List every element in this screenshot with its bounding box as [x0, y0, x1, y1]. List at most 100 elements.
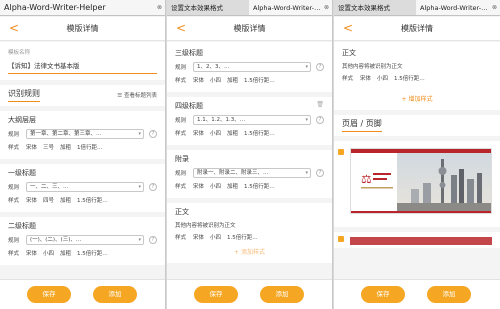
- footer-bar: 保存 添加: [167, 279, 332, 309]
- header-footer-title-row: 页眉 / 页脚: [342, 118, 492, 132]
- tab-text-effects[interactable]: 设置文本效果格式: [334, 0, 416, 15]
- style-size: 小四: [210, 235, 222, 241]
- chevron-down-icon: ▾: [305, 170, 308, 176]
- add-style-link[interactable]: + 添加样式: [175, 245, 324, 259]
- help-icon[interactable]: ?: [316, 169, 324, 177]
- rule-select[interactable]: 附录一、附录二、附录三、… ▾: [193, 168, 311, 178]
- style-label: 样式: [342, 76, 354, 82]
- style-spacing: 1倍行距…: [77, 145, 103, 151]
- add-button[interactable]: 添加: [260, 286, 304, 303]
- rule-card: 一级标题 规则 一、二、三、… ▾ ? 样式 宋体 四号 加粗 1.5倍行距…: [0, 164, 165, 212]
- style-spacing: 1.5倍行距…: [227, 235, 258, 241]
- trash-icon[interactable]: 🗑: [316, 101, 324, 108]
- close-icon[interactable]: ⊗: [324, 0, 329, 15]
- add-button[interactable]: 添加: [93, 286, 137, 303]
- rule-select[interactable]: 1、2、3、… ▾: [193, 62, 311, 72]
- style-row: 样式 宋体 四号 加粗 1.5倍行距…: [8, 196, 157, 204]
- style-row: 样式 宋体 小四 加粗 1.5倍行距…: [175, 129, 324, 137]
- footer-image-thumbnail[interactable]: [350, 237, 492, 245]
- chevron-down-icon: ▾: [138, 131, 141, 137]
- footer-image-card: [334, 232, 500, 248]
- template-name-card: 模板名称 【诉知】法律文书基本版: [0, 42, 165, 80]
- help-icon[interactable]: ?: [149, 183, 157, 191]
- city-banner-image: ⚖: [351, 149, 491, 213]
- save-button[interactable]: 保存: [194, 286, 238, 303]
- tab-alpha-word-writer[interactable]: Alpha-Word-Writer-… ⊗: [249, 0, 332, 15]
- chevron-down-icon: ▾: [138, 184, 141, 190]
- rule-name: 一级标题: [8, 169, 36, 177]
- style-values[interactable]: 宋体 小四 加粗 1.5倍行距…: [193, 76, 275, 84]
- tab-text-effects[interactable]: 设置文本效果格式: [167, 0, 249, 15]
- rule-name: 二级标题: [8, 222, 36, 230]
- style-values[interactable]: 宋体 三号 加粗 1倍行距…: [26, 143, 103, 151]
- help-icon[interactable]: ?: [316, 116, 324, 124]
- footer-bar: 保存 添加: [334, 279, 500, 309]
- tab-label: 设置文本效果格式: [171, 4, 223, 12]
- rule-card: 大纲层层 规则 第一章、第二章、第三章、… ▾ ? 样式 宋体 三号 加粗 1倍行…: [0, 111, 165, 159]
- panel-template-detail-2: 设置文本效果格式 Alpha-Word-Writer-… ⊗ < 模版详情 三级…: [167, 0, 333, 309]
- style-label: 样式: [8, 251, 20, 257]
- header-image-checkbox[interactable]: [338, 149, 344, 155]
- style-values[interactable]: 宋体 四号 加粗 1.5倍行距…: [26, 196, 108, 204]
- rule-label: 规则: [175, 118, 187, 124]
- rule-select[interactable]: 1.1、1.2、1.3、… ▾: [193, 115, 311, 125]
- tab-alpha-word-writer[interactable]: Alpha-Word-Writer-… ⊗: [416, 0, 500, 15]
- page-title: 模版详情: [233, 24, 266, 33]
- style-values[interactable]: 宋体 小四 加粗 1.5倍行距…: [26, 249, 108, 257]
- panel-template-detail-3: 设置文本效果格式 Alpha-Word-Writer-… ⊗ < 模版详情 正文…: [334, 0, 500, 309]
- style-row: 样式 宋体 三号 加粗 1倍行距…: [8, 143, 157, 151]
- page-title: 模版详情: [66, 24, 99, 33]
- rule-value: 1.1、1.2、1.3、…: [197, 117, 246, 123]
- style-weight: 加粗: [60, 198, 72, 204]
- header-footer-title-card: 页眉 / 页脚: [334, 115, 500, 136]
- style-weight: 加粗: [227, 131, 239, 137]
- rules-title: 识别规则: [8, 88, 40, 102]
- save-button[interactable]: 保存: [361, 286, 405, 303]
- style-label: 样式: [175, 235, 187, 241]
- style-spacing: 1.5倍行距…: [244, 131, 275, 137]
- tab-alpha-word-writer[interactable]: Alpha-Word-Writer-Helper ⊗: [0, 0, 165, 15]
- style-weight: 加粗: [60, 251, 72, 257]
- tab-label: Alpha-Word-Writer-…: [420, 4, 488, 12]
- close-icon[interactable]: ⊗: [157, 0, 162, 15]
- save-button[interactable]: 保存: [27, 286, 71, 303]
- rule-select[interactable]: 第一章、第二章、第三章、… ▾: [26, 129, 144, 139]
- style-values[interactable]: 宋体 小四 加粗 1.5倍行距…: [193, 129, 275, 137]
- rule-row: 规则 1.1、1.2、1.3、… ▾ ?: [175, 115, 324, 125]
- svg-text:⚖: ⚖: [361, 172, 372, 186]
- help-icon[interactable]: ?: [316, 63, 324, 71]
- view-titles-link[interactable]: ☰ 查看标题列表: [117, 91, 157, 99]
- rule-label: 规则: [175, 65, 187, 71]
- rule-name: 大纲层层: [8, 116, 36, 124]
- style-values[interactable]: 宋体 小四 加粗 1.5倍行距…: [193, 182, 275, 190]
- header-image-thumbnail[interactable]: ⚖: [350, 148, 492, 214]
- help-icon[interactable]: ?: [149, 236, 157, 244]
- content-area: 三级标题 规则 1、2、3、… ▾ ? 样式 宋体 小四 加粗 1.5倍行距… 🗑…: [167, 42, 332, 279]
- rule-select[interactable]: 一、二、三、… ▾: [26, 182, 144, 192]
- tab-bar: 设置文本效果格式 Alpha-Word-Writer-… ⊗: [167, 0, 332, 16]
- rule-select[interactable]: (一)、(二)、(三)、… ▾: [26, 235, 144, 245]
- style-font: 宋体: [193, 235, 205, 241]
- style-label: 样式: [8, 145, 20, 151]
- style-spacing: 1.5倍行距…: [77, 251, 108, 257]
- rule-label: 规则: [8, 132, 20, 138]
- body-desc: 其他内容将被识别为正文: [342, 64, 403, 70]
- body-card: 正文 其他内容将被识别为正文 样式 宋体 小四 1.5倍行距… + 添加样式: [167, 203, 332, 263]
- body-title: 正文: [342, 49, 356, 57]
- style-font: 宋体: [26, 198, 38, 204]
- style-font: 宋体: [193, 184, 205, 190]
- style-row: 样式 宋体 小四 1.5倍行距…: [342, 74, 492, 82]
- close-icon[interactable]: ⊗: [492, 0, 497, 15]
- rule-value: 附录一、附录二、附录三、…: [197, 170, 269, 176]
- help-icon[interactable]: ?: [149, 130, 157, 138]
- add-style-button[interactable]: + 增加样式: [342, 86, 492, 106]
- footer-image-checkbox[interactable]: [338, 236, 344, 242]
- style-values[interactable]: 宋体 小四 1.5倍行距…: [193, 233, 258, 241]
- style-font: 宋体: [193, 131, 205, 137]
- style-values[interactable]: 宋体 小四 1.5倍行距…: [360, 74, 425, 82]
- page-header: < 模版详情: [167, 17, 332, 41]
- style-label: 样式: [8, 198, 20, 204]
- add-button[interactable]: 添加: [427, 286, 471, 303]
- template-name-input[interactable]: 【诉知】法律文书基本版: [8, 60, 157, 74]
- style-row: 样式 宋体 小四 加粗 1.5倍行距…: [175, 182, 324, 190]
